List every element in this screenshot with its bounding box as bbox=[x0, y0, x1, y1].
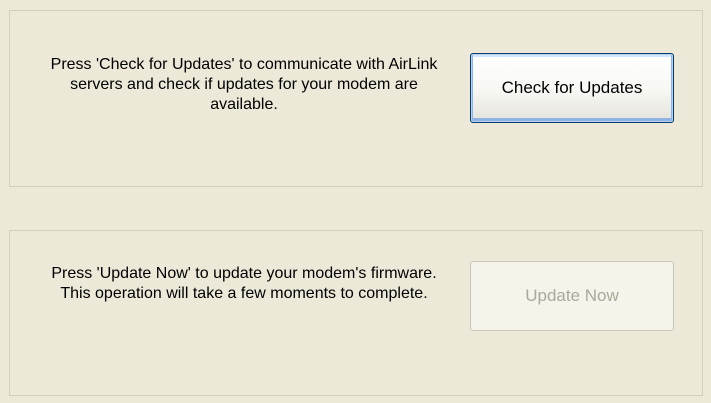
check-updates-description: Press 'Check for Updates' to communicate… bbox=[50, 56, 438, 113]
update-now-button[interactable]: Update Now bbox=[470, 261, 674, 331]
update-now-description: Press 'Update Now' to update your modem'… bbox=[51, 265, 437, 302]
check-for-updates-button[interactable]: Check for Updates bbox=[470, 53, 674, 123]
check-updates-panel: Press 'Check for Updates' to communicate… bbox=[9, 10, 703, 187]
update-now-panel: Press 'Update Now' to update your modem'… bbox=[9, 230, 703, 396]
